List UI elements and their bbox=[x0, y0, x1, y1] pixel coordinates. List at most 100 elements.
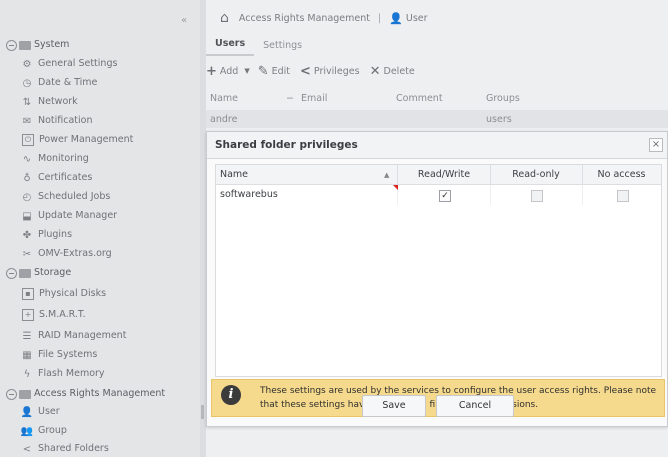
cell-name: andre bbox=[210, 114, 238, 125]
close-icon[interactable]: × bbox=[649, 138, 663, 152]
breadcrumb-section[interactable]: Access Rights Management bbox=[239, 13, 370, 24]
toolbar: + Add ▼ ✎ Edit < Privileges ✕ Delete bbox=[206, 60, 668, 82]
column-header-comment[interactable]: Comment bbox=[396, 93, 443, 104]
shared-folder-privileges-dialog: Shared folder privileges × Name ▲ Read/W… bbox=[206, 131, 668, 427]
table-row[interactable]: softwarebus ✓ bbox=[216, 185, 661, 205]
mail-icon: ✉ bbox=[22, 115, 32, 127]
nav-network[interactable]: ⇅ Network bbox=[20, 94, 78, 110]
nav-label: RAID Management bbox=[38, 330, 127, 341]
breadcrumb-page: User bbox=[405, 12, 428, 24]
collapse-toggle-icon[interactable]: − bbox=[6, 267, 17, 279]
nav-scheduled-jobs[interactable]: ◴ Scheduled Jobs bbox=[20, 189, 111, 205]
dialog-title: Shared folder privileges bbox=[215, 139, 358, 151]
nav-label: General Settings bbox=[38, 58, 118, 69]
filesystem-icon: ▦ bbox=[22, 349, 32, 361]
sort-ascending-icon: ▲ bbox=[384, 171, 390, 179]
breadcrumb: ⌂ Access Rights Management | 👤 User bbox=[206, 0, 668, 36]
nav-label: Date & Time bbox=[38, 77, 98, 88]
nav-certificates[interactable]: ♁ Certificates bbox=[20, 170, 92, 186]
nav-label: S.M.A.R.T. bbox=[39, 309, 86, 320]
nav-label: Group bbox=[38, 425, 67, 436]
tree-group-storage[interactable]: − Storage bbox=[6, 265, 71, 281]
flash-icon: ϟ bbox=[23, 368, 31, 380]
tab-bar: Users Settings bbox=[206, 38, 668, 56]
nav-label: Flash Memory bbox=[38, 368, 105, 379]
nav-omv-extras[interactable]: ✂ OMV-Extras.org bbox=[20, 246, 112, 262]
folder-icon bbox=[19, 268, 31, 278]
cell-groups: users bbox=[486, 114, 512, 125]
dialog-header[interactable]: Shared folder privileges × bbox=[207, 132, 667, 159]
column-header-name[interactable]: Name bbox=[216, 165, 398, 184]
nav-label: Update Manager bbox=[38, 210, 118, 221]
nav-smart[interactable]: + S.M.A.R.T. bbox=[20, 307, 86, 323]
nav-flash-memory[interactable]: ϟ Flash Memory bbox=[20, 366, 105, 382]
privileges-button[interactable]: < Privileges bbox=[300, 64, 360, 79]
nav-file-systems[interactable]: ▦ File Systems bbox=[20, 347, 97, 363]
share-icon: < bbox=[22, 443, 32, 455]
tree-group-system[interactable]: − System bbox=[6, 37, 69, 53]
nav-group[interactable]: 👥 Group bbox=[20, 423, 67, 439]
puzzle-icon: ✤ bbox=[22, 229, 32, 241]
plus-icon: + bbox=[206, 63, 217, 79]
column-header-no-access[interactable]: No access bbox=[582, 165, 661, 184]
delete-icon: ✕ bbox=[369, 63, 381, 79]
read-write-checkbox[interactable]: ✓ bbox=[439, 190, 451, 202]
save-button[interactable]: Save bbox=[362, 395, 426, 417]
nav-label: OMV-Extras.org bbox=[38, 248, 112, 259]
nav-label: Physical Disks bbox=[39, 288, 107, 299]
collapse-toggle-icon[interactable]: − bbox=[6, 388, 17, 400]
nav-plugins[interactable]: ✤ Plugins bbox=[20, 227, 72, 243]
privileges-grid: Name ▲ Read/Write Read-only No access so… bbox=[215, 164, 662, 377]
share-icon: < bbox=[300, 63, 311, 79]
collapse-sidebar-icon[interactable]: « bbox=[178, 15, 190, 27]
nav-physical-disks[interactable]: ▪ Physical Disks bbox=[20, 286, 106, 302]
stopwatch-icon: ◴ bbox=[22, 191, 32, 203]
table-row[interactable]: andre users bbox=[206, 110, 668, 128]
update-icon: ⬓ bbox=[22, 210, 32, 222]
tab-users[interactable]: Users bbox=[206, 36, 255, 56]
nav-label: Shared Folders bbox=[38, 443, 109, 454]
users-grid-header: Name − Email Comment Groups bbox=[206, 88, 668, 112]
column-header-read-write[interactable]: Read/Write bbox=[398, 165, 491, 184]
nav-user[interactable]: 👤 User bbox=[20, 404, 60, 420]
nav-label: User bbox=[38, 406, 60, 417]
edit-button[interactable]: ✎ Edit bbox=[258, 64, 290, 79]
read-only-checkbox[interactable] bbox=[531, 190, 543, 202]
nav-shared-folders[interactable]: < Shared Folders bbox=[20, 441, 109, 457]
no-access-checkbox[interactable] bbox=[616, 190, 629, 202]
cancel-button[interactable]: Cancel bbox=[436, 395, 514, 417]
nav-label: Certificates bbox=[38, 172, 93, 183]
navigation-sidebar: « − System ⚙ General Settings ◷ Date & T… bbox=[0, 0, 201, 457]
raid-icon: ☰ bbox=[22, 330, 32, 342]
clock-icon: ◷ bbox=[22, 77, 32, 89]
nav-raid-management[interactable]: ☰ RAID Management bbox=[20, 328, 127, 344]
add-button[interactable]: + Add bbox=[206, 64, 238, 79]
cell-read-only bbox=[490, 185, 583, 205]
tree-group-access-rights[interactable]: − Access Rights Management bbox=[6, 386, 165, 402]
privileges-label: Privileges bbox=[313, 65, 360, 77]
delete-label: Delete bbox=[383, 65, 415, 77]
home-icon[interactable]: ⌂ bbox=[220, 10, 229, 26]
monitoring-icon: ∿ bbox=[22, 153, 32, 165]
nav-label: Monitoring bbox=[38, 153, 89, 164]
cell-read-write: ✓ bbox=[398, 185, 491, 205]
group-icon: 👥 bbox=[20, 425, 34, 437]
nav-power-management[interactable]: ⏻ Power Management bbox=[20, 132, 133, 148]
add-dropdown-icon[interactable]: ▼ bbox=[244, 67, 249, 75]
tools-icon: ✂ bbox=[22, 248, 32, 260]
nav-notification[interactable]: ✉ Notification bbox=[20, 113, 93, 129]
tab-settings[interactable]: Settings bbox=[254, 38, 311, 56]
column-header-read-only[interactable]: Read-only bbox=[490, 165, 583, 184]
column-header-email[interactable]: Email bbox=[301, 93, 327, 104]
nav-monitoring[interactable]: ∿ Monitoring bbox=[20, 151, 89, 167]
privileges-grid-header: Name ▲ Read/Write Read-only No access bbox=[216, 165, 661, 185]
splitter-grip[interactable] bbox=[201, 405, 204, 419]
column-header-name[interactable]: Name bbox=[210, 93, 238, 104]
nav-date-time[interactable]: ◷ Date & Time bbox=[20, 75, 98, 91]
delete-button[interactable]: ✕ Delete bbox=[370, 64, 415, 79]
collapse-toggle-icon[interactable]: − bbox=[6, 39, 17, 51]
folder-icon bbox=[19, 389, 31, 399]
column-header-groups[interactable]: Groups bbox=[486, 93, 520, 104]
nav-general-settings[interactable]: ⚙ General Settings bbox=[20, 56, 118, 72]
nav-update-manager[interactable]: ⬓ Update Manager bbox=[20, 208, 117, 224]
